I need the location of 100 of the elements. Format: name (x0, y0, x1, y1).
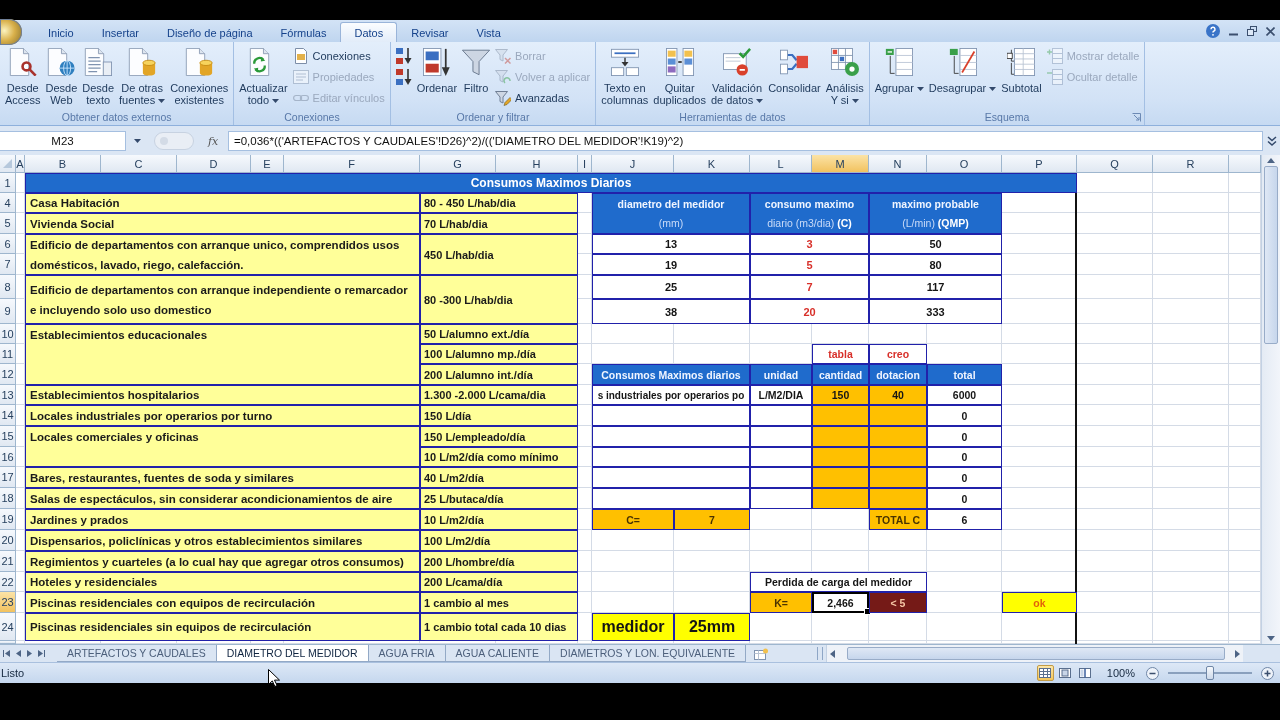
row-header[interactable]: 7 (0, 254, 16, 275)
slider-thumb[interactable] (1206, 666, 1214, 680)
scroll-left-icon[interactable] (829, 649, 835, 658)
ribbon-button[interactable]: Texto en columnas (599, 46, 651, 106)
row-header[interactable]: 24 (0, 613, 16, 641)
ribbon-button[interactable]: Conexiones existentes (168, 46, 231, 106)
row-header[interactable]: 8 (0, 275, 16, 299)
ribbon-tab[interactable]: Insertar (87, 22, 153, 42)
ribbon-button[interactable]: Análisis Y si (823, 46, 866, 106)
column-header[interactable]: L (750, 155, 812, 173)
row-header[interactable]: 5 (0, 213, 16, 234)
row-header[interactable]: 10 (0, 324, 16, 344)
zoom-level-button[interactable]: 100% (1106, 667, 1135, 679)
insert-sheet-icon[interactable] (754, 647, 769, 660)
restore-icon[interactable] (1247, 26, 1257, 36)
row-header[interactable]: 11 (0, 344, 16, 364)
triangle-left-icon[interactable] (16, 650, 21, 657)
column-header[interactable]: N (869, 155, 927, 173)
ribbon-tab[interactable]: Fórmulas (266, 22, 341, 42)
ribbon-tab[interactable]: Vista (462, 22, 515, 42)
ribbon-tab[interactable]: Inicio (34, 22, 88, 42)
ribbon-tab[interactable]: Diseño de página (153, 22, 267, 42)
table-cell: 40 L/m2/día (420, 467, 578, 488)
ribbon-button[interactable] (393, 46, 414, 66)
triangle-right-bar-icon[interactable] (38, 650, 45, 657)
help-icon[interactable] (1206, 24, 1220, 38)
ribbon-tab[interactable]: Datos (340, 22, 398, 42)
row-header[interactable]: 18 (0, 488, 16, 509)
row-header[interactable]: 19 (0, 509, 16, 530)
column-header[interactable]: J (592, 155, 674, 173)
sort-grid-icon (422, 48, 451, 76)
name-box[interactable]: M23 (0, 131, 126, 151)
row-header[interactable]: 20 (0, 530, 16, 551)
column-header[interactable]: G (420, 155, 496, 173)
ribbon-button[interactable]: Desde texto (80, 46, 117, 106)
ribbon-button[interactable]: Consolidar (766, 46, 823, 94)
view-button[interactable] (1076, 665, 1094, 681)
row-header[interactable]: 13 (0, 385, 16, 405)
column-header[interactable]: B (25, 155, 101, 173)
row-header[interactable]: 23 (0, 592, 16, 613)
ribbon-button[interactable]: Subtotal (999, 46, 1044, 94)
zoom-out-icon[interactable] (1146, 666, 1159, 680)
app-menu-button[interactable] (0, 19, 22, 45)
ribbon-button[interactable]: Agrupar (872, 46, 926, 94)
sheet-tab[interactable]: DIAMETRO DEL MEDIDOR (216, 645, 369, 662)
table-cell: 0 (927, 405, 1002, 426)
ribbon-button[interactable]: De otras fuentes (117, 46, 168, 106)
column-header[interactable]: C (101, 155, 177, 173)
scroll-down-icon[interactable] (1267, 636, 1275, 641)
column-header[interactable]: E (251, 155, 284, 173)
row-header[interactable]: 12 (0, 364, 16, 385)
scrollbar-thumb[interactable] (1264, 166, 1278, 344)
column-header[interactable]: Q (1077, 155, 1153, 173)
expand-icon[interactable] (1266, 136, 1277, 146)
row-header[interactable]: 22 (0, 572, 16, 592)
column-header[interactable]: I (578, 155, 592, 173)
ribbon-tab[interactable]: Revisar (397, 22, 463, 42)
list-icon (292, 69, 309, 85)
column-header[interactable]: D (177, 155, 251, 173)
ribbon-button[interactable]: Filtro (460, 46, 493, 94)
dialog-launcher-icon[interactable] (1132, 113, 1142, 122)
view-button[interactable] (1056, 665, 1074, 681)
column-header[interactable]: M (812, 155, 869, 173)
ribbon-button[interactable]: Desde Web (43, 46, 80, 106)
row-header[interactable]: 16 (0, 447, 16, 467)
split-handle[interactable] (816, 647, 823, 660)
column-header[interactable]: P (1002, 155, 1077, 173)
row-header[interactable]: 4 (0, 193, 16, 213)
caret-icon[interactable] (134, 139, 141, 143)
insert-function-button[interactable]: fx (208, 134, 222, 148)
ribbon-button[interactable]: Conexiones (290, 46, 387, 66)
column-header[interactable]: H (496, 155, 578, 173)
scrollbar-thumb[interactable] (846, 647, 1225, 660)
zoom-in-icon[interactable] (1261, 666, 1274, 680)
ribbon-button[interactable] (393, 67, 414, 87)
column-header[interactable]: R (1153, 155, 1229, 173)
row-header[interactable]: 17 (0, 467, 16, 488)
ribbon-button[interactable]: Validación de datos (708, 46, 766, 106)
ribbon-button[interactable]: Avanzadas (493, 88, 593, 108)
ribbon-button[interactable]: Actualizar todo (237, 46, 290, 106)
column-header[interactable]: F (284, 155, 420, 173)
row-header[interactable]: 15 (0, 426, 16, 447)
triangle-right-icon[interactable] (27, 650, 32, 657)
ribbon-button[interactable]: Ordenar (414, 46, 460, 94)
row-header[interactable]: 6 (0, 234, 16, 254)
column-header[interactable]: O (927, 155, 1002, 173)
row-header[interactable]: 9 (0, 299, 16, 324)
column-header[interactable]: K (674, 155, 750, 173)
bar-triangle-left-icon[interactable] (3, 650, 10, 657)
scroll-up-icon[interactable] (1267, 158, 1275, 163)
formula-field[interactable]: =0,036*(('ARTEFACTOS Y CAUDALES'!D26)^2)/(('DIAMETRO DEL MEDIDOR'!K19)^2) (228, 131, 1263, 151)
row-header[interactable]: 21 (0, 551, 16, 572)
row-header[interactable]: 14 (0, 405, 16, 426)
row-header[interactable]: 1 (0, 173, 16, 193)
view-button[interactable] (1036, 665, 1054, 681)
scroll-right-icon[interactable] (1234, 649, 1240, 658)
ribbon-button[interactable]: Desagrupar (926, 46, 999, 94)
ribbon-button[interactable]: Quitar duplicados (651, 46, 708, 106)
close-icon[interactable] (1266, 26, 1275, 36)
ribbon-button[interactable]: Desde Access (3, 46, 43, 106)
